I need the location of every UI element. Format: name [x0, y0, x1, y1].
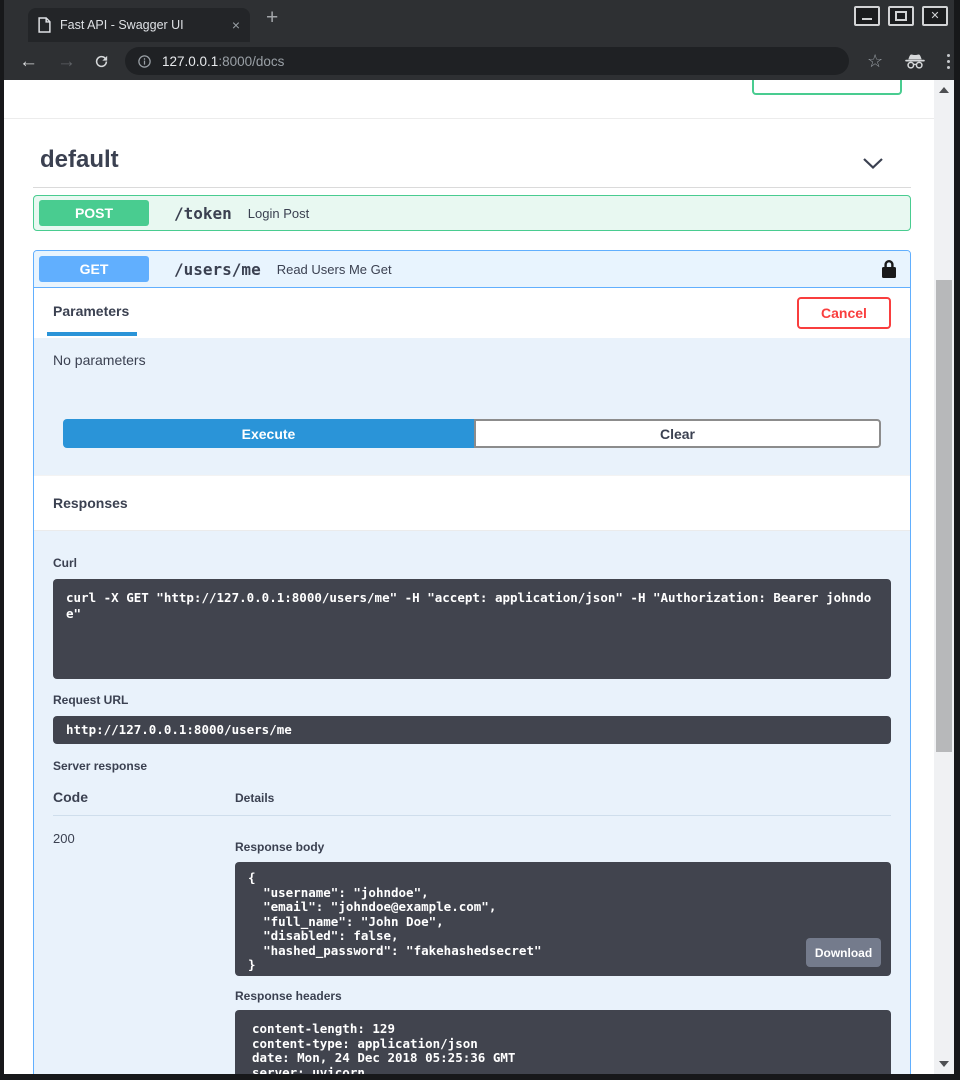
tab-close-icon[interactable]: × — [232, 18, 240, 32]
active-tab-underline — [47, 332, 137, 336]
vertical-scrollbar[interactable] — [934, 80, 954, 1074]
section-divider — [33, 187, 911, 188]
operation-post-token[interactable]: POST /token Login Post — [33, 195, 911, 231]
chevron-down-icon[interactable] — [862, 157, 884, 175]
info-icon[interactable] — [137, 54, 152, 69]
close-button[interactable]: ✕ — [922, 6, 948, 26]
response-table-header: Code Details — [53, 789, 891, 816]
url-path: :8000/docs — [218, 54, 284, 69]
scroll-up-arrow-icon[interactable] — [939, 87, 949, 93]
incognito-icon — [904, 53, 926, 69]
response-table-row: 200 Response body { "username": "johndoe… — [53, 830, 891, 1074]
maximize-icon — [895, 11, 907, 21]
details-column-header: Details — [235, 791, 891, 805]
response-headers-label: Response headers — [235, 989, 891, 1003]
response-headers-text: content-length: 129 content-type: applic… — [252, 1022, 874, 1074]
authorize-button[interactable] — [752, 80, 902, 95]
cancel-button[interactable]: Cancel — [797, 297, 891, 329]
parameters-tab-row: Parameters Cancel — [34, 288, 910, 338]
download-button[interactable]: Download — [806, 938, 881, 967]
reload-button[interactable] — [93, 53, 110, 70]
responses-section-header: Responses — [34, 475, 910, 531]
curl-code-block: curl -X GET "http://127.0.0.1:8000/users… — [53, 579, 891, 679]
execute-row: Execute Clear — [63, 419, 881, 448]
curl-label: Curl — [53, 531, 891, 570]
browser-tab[interactable]: Fast API - Swagger UI × — [28, 8, 250, 42]
no-parameters-text: No parameters — [53, 352, 146, 368]
request-url-label: Request URL — [53, 693, 891, 707]
tab-parameters[interactable]: Parameters — [53, 303, 129, 319]
url-text: 127.0.0.1:8000/docs — [162, 54, 284, 69]
response-body-block: { "username": "johndoe", "email": "johnd… — [235, 862, 891, 976]
browser-window: Fast API - Swagger UI × + ✕ ← → 127.0.0.… — [0, 0, 960, 1080]
bookmark-star-icon[interactable]: ☆ — [867, 52, 883, 70]
close-icon: ✕ — [930, 11, 939, 22]
back-button[interactable]: ← — [19, 52, 38, 71]
request-url-text: http://127.0.0.1:8000/users/me — [66, 723, 878, 738]
response-headers-block: content-length: 129 content-type: applic… — [235, 1010, 891, 1074]
get-summary: Read Users Me Get — [277, 262, 392, 277]
scroll-down-arrow-icon[interactable] — [939, 1061, 949, 1067]
get-method-badge: GET — [39, 256, 149, 282]
document-favicon-icon — [38, 17, 51, 33]
response-body-label: Response body — [235, 840, 891, 854]
scrollbar-thumb[interactable] — [936, 280, 952, 752]
parameters-body: No parameters Execute Clear — [34, 338, 910, 475]
post-method-badge: POST — [39, 200, 149, 226]
minimize-button[interactable] — [854, 6, 880, 26]
get-path: /users/me — [174, 260, 261, 279]
new-tab-button[interactable]: + — [266, 7, 278, 28]
operation-get-users-me-panel: GET /users/me Read Users Me Get Paramete… — [33, 250, 911, 1074]
tab-title: Fast API - Swagger UI — [60, 18, 232, 32]
status-code: 200 — [53, 830, 235, 1074]
address-bar[interactable]: 127.0.0.1:8000/docs — [125, 47, 849, 75]
server-response-label: Server response — [53, 759, 891, 773]
minimize-icon — [862, 18, 872, 20]
section-title: default — [40, 146, 119, 174]
responses-body: Curl curl -X GET "http://127.0.0.1:8000/… — [34, 531, 910, 1074]
tab-strip: Fast API - Swagger UI × + ✕ — [4, 0, 954, 42]
get-operation-header[interactable]: GET /users/me Read Users Me Get — [34, 251, 910, 288]
clear-button[interactable]: Clear — [474, 419, 881, 448]
post-summary: Login Post — [248, 206, 309, 221]
response-body-json: { "username": "johndoe", "email": "johnd… — [248, 871, 878, 973]
response-details-cell: Response body { "username": "johndoe", "… — [235, 830, 891, 1074]
post-path: /token — [174, 204, 232, 223]
curl-command-text: curl -X GET "http://127.0.0.1:8000/users… — [66, 590, 878, 622]
browser-toolbar: ← → 127.0.0.1:8000/docs ☆ — [4, 42, 954, 80]
menu-dots-icon[interactable] — [947, 54, 950, 69]
execute-button[interactable]: Execute — [63, 419, 474, 448]
url-host: 127.0.0.1 — [162, 54, 218, 69]
forward-button[interactable]: → — [57, 52, 76, 71]
swagger-page: default POST /token Login Post GET /user… — [4, 80, 934, 1074]
code-column-header: Code — [53, 789, 235, 805]
window-controls: ✕ — [854, 6, 948, 26]
maximize-button[interactable] — [888, 6, 914, 26]
topbar — [4, 80, 934, 119]
request-url-block: http://127.0.0.1:8000/users/me — [53, 716, 891, 744]
lock-icon[interactable] — [881, 259, 897, 279]
responses-title: Responses — [53, 495, 128, 511]
